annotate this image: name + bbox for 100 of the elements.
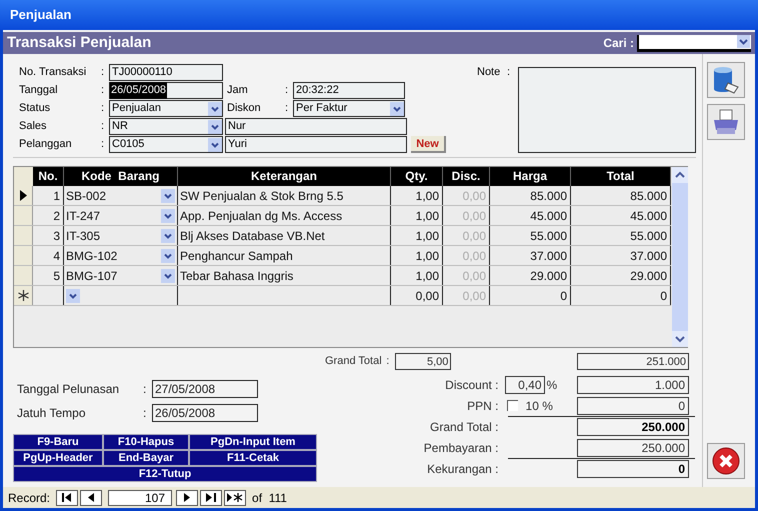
text-field[interactable]: Nur [225,118,407,135]
table-cell: 3 [33,226,64,245]
dropdown-icon[interactable] [161,248,175,262]
percent-field[interactable]: 0,40 [504,376,545,394]
row-selector[interactable] [14,286,33,305]
table-cell: 4 [33,246,64,265]
table-cell-text: BMG-102 [66,248,118,264]
next-record-button[interactable] [176,490,198,506]
dropdown-icon[interactable] [161,268,175,282]
column-header[interactable]: Harga [490,167,571,186]
ppn-rate: 10 % [526,398,553,414]
date-field[interactable]: 27/05/2008 [152,380,258,398]
shortcut-button[interactable]: PgDn-Input Item [189,434,317,450]
new-button[interactable]: New [411,136,446,153]
shortcut-button[interactable]: F10-Hapus [103,434,189,450]
table-cell: App. Penjualan dg Ms. Access [178,206,391,225]
shortcut-button[interactable]: F12-Tutup [13,466,317,482]
shortcut-button[interactable]: F9-Baru [13,434,103,450]
dropdown-icon[interactable] [161,228,175,242]
combo-box[interactable]: Penjualan [109,100,223,117]
combo-box[interactable]: NR [109,118,223,135]
search-label: Cari : [603,35,634,52]
new-record-icon [227,493,244,502]
table-cell: 45.000 [490,206,571,225]
search-combo[interactable] [637,34,751,52]
table-cell: 0,00 [391,286,443,305]
percent-sign: % [546,376,558,394]
column-header[interactable]: Disc. [443,167,490,186]
column-header[interactable]: Total [571,167,671,186]
separator: : [386,354,390,370]
table-cell: 1,00 [391,266,443,285]
field-label: Status [18,101,52,116]
summary-label: Pembayaran : [422,440,500,456]
table-cell: 85.000 [490,186,571,205]
scroll-up-icon[interactable] [672,167,688,183]
separator: : [143,381,148,398]
table-cell: 0,00 [443,226,490,245]
row-selector[interactable] [14,186,33,205]
dropdown-icon[interactable] [161,208,175,222]
table-cell: 45.000 [571,206,671,225]
text-field[interactable]: Yuri [225,136,407,153]
new-record-button[interactable] [224,490,246,506]
record-number-field[interactable]: 107 [108,490,172,506]
print-button[interactable] [706,104,744,140]
previous-record-button[interactable] [80,490,102,506]
table-cell: 0 [571,286,671,305]
database-button[interactable] [706,62,744,98]
table-cell: 37.000 [490,246,571,265]
dropdown-icon[interactable] [390,102,404,116]
column-header[interactable]: Kode Barang [64,167,178,186]
last-record-button[interactable] [200,490,222,506]
last-icon [206,493,216,502]
scroll-down-icon[interactable] [672,331,688,347]
combo-box[interactable]: Per Faktur [293,100,405,117]
close-button[interactable] [706,443,744,479]
field-label: Tanggal [18,83,59,98]
field-label: Diskon [226,101,262,116]
table-cell: 2 [33,206,64,225]
checkbox[interactable] [506,400,518,411]
text-field[interactable]: TJ00000110 [109,64,223,81]
column-header[interactable]: Keterangan [178,167,391,186]
table-cell: 1,00 [391,186,443,205]
note-label: Note [477,65,502,80]
separator: : [101,137,106,152]
date-field[interactable]: 26/05/2008 [152,404,258,422]
dropdown-icon[interactable] [161,188,175,202]
dropdown-icon[interactable] [208,102,222,116]
field-label: Pelanggan [18,137,73,152]
subtotal-field: 251.000 [577,353,689,370]
shortcut-button[interactable]: F11-Cetak [189,450,317,466]
close-icon [710,446,740,476]
scrollbar[interactable] [672,167,688,347]
table-cell: 55.000 [490,226,571,245]
column-header[interactable]: No. [33,167,64,186]
combo-box[interactable]: C0105 [109,136,223,153]
window-title: Penjualan [10,6,72,24]
note-field[interactable] [518,67,696,153]
qty-total-field: 5,00 [395,353,452,370]
separator: : [101,101,106,116]
text-field[interactable]: 26/05/2008 [109,82,223,99]
table-cell: 37.000 [571,246,671,265]
summary-label: Discount : [444,376,500,394]
table-cell: 0 [490,286,571,305]
shortcut-button[interactable]: PgUp-Header [13,450,103,466]
separator: : [101,65,106,80]
table-cell-text: IT-305 [66,228,100,244]
separator: : [101,83,106,98]
dropdown-icon[interactable] [208,138,222,152]
dropdown-icon[interactable] [208,120,222,134]
table-cell-text: SB-002 [66,188,106,204]
text-field[interactable]: 20:32:22 [293,82,405,99]
summary-label: PPN : [466,398,500,414]
shortcut-button[interactable]: End-Bayar [103,450,189,466]
column-header[interactable]: Qty. [391,167,443,186]
next-icon [184,493,190,502]
field-label: Jatuh Tempo [16,405,86,422]
separator: : [285,83,290,98]
first-record-button[interactable] [56,490,78,506]
dropdown-icon[interactable] [66,288,80,302]
amount-field: 250.000 [576,438,689,456]
